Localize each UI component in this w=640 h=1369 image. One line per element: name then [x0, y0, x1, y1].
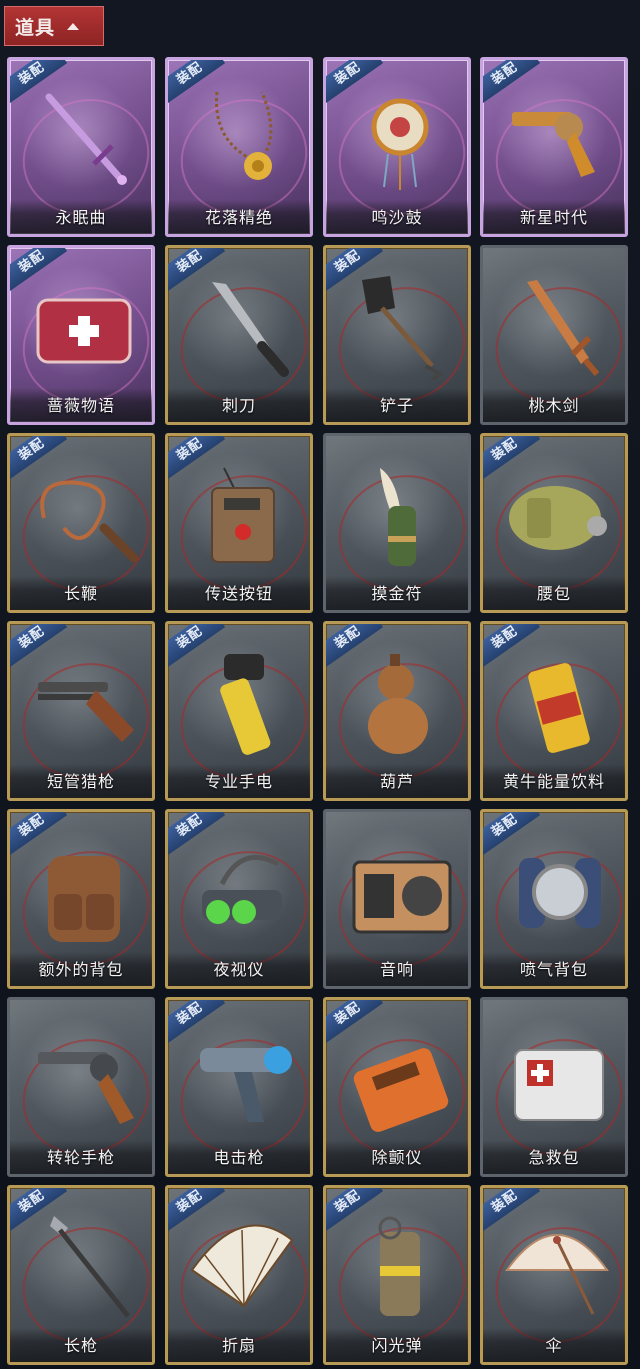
item-name: 蔷薇物语	[46, 396, 115, 415]
teleport-remote-icon	[211, 467, 275, 563]
item-card[interactable]: 装配 专业手电	[165, 621, 313, 801]
item-card[interactable]: 装配 永眠曲	[7, 57, 155, 237]
energy-drink-can-icon	[528, 663, 590, 753]
first-aid-kit-icon	[514, 1049, 604, 1121]
defibrillator-icon	[353, 1048, 449, 1132]
item-card[interactable]: 装配 新星时代	[480, 57, 628, 237]
item-card[interactable]: 音响	[323, 809, 471, 989]
item-name: 专业手电	[204, 772, 273, 791]
flower-necklace-icon	[215, 91, 273, 180]
item-card[interactable]: 装配 鸣沙鼓	[323, 57, 471, 237]
umbrella-icon	[505, 1234, 609, 1315]
waist-bag-icon	[509, 486, 607, 550]
item-name: 葫芦	[379, 772, 414, 791]
golden-revolver-icon	[512, 112, 595, 177]
jetpack-icon	[519, 858, 601, 928]
tooth-amulet-icon	[380, 468, 416, 566]
whip-icon	[40, 480, 139, 563]
item-card[interactable]: 装配 葫芦	[323, 621, 471, 801]
rose-medkit-icon	[36, 298, 132, 364]
night-vision-goggles-icon	[202, 854, 282, 924]
item-card[interactable]: 急救包	[480, 997, 628, 1177]
item-name: 铲子	[379, 396, 414, 415]
item-name: 喷气背包	[519, 960, 588, 979]
item-card[interactable]: 装配 花落精绝	[165, 57, 313, 237]
flashbang-icon	[378, 1216, 420, 1316]
item-card[interactable]: 转轮手枪	[7, 997, 155, 1177]
item-name: 夜视仪	[213, 960, 265, 979]
item-name: 桃木剑	[528, 396, 580, 415]
item-name: 花落精绝	[204, 208, 273, 227]
item-name: 摸金符	[371, 584, 423, 603]
item-name: 转轮手枪	[46, 1148, 115, 1167]
item-name: 腰包	[536, 584, 571, 603]
props-category-tab[interactable]: 道具	[4, 6, 104, 46]
item-card[interactable]: 装配 喷气背包	[480, 809, 628, 989]
item-card[interactable]: 装配 刺刀	[165, 245, 313, 425]
item-name: 折扇	[221, 1336, 256, 1355]
flashlight-icon	[220, 654, 271, 755]
ornate-drum-icon	[371, 98, 429, 190]
item-name: 刺刀	[221, 396, 256, 415]
gourd-icon	[368, 654, 428, 754]
item-name: 传送按钮	[204, 584, 273, 603]
item-card[interactable]: 装配 铲子	[323, 245, 471, 425]
spear-icon	[50, 1216, 130, 1318]
item-card[interactable]: 装配 腰包	[480, 433, 628, 613]
item-name: 额外的背包	[38, 960, 124, 979]
item-card[interactable]: 装配 黄牛能量饮料	[480, 621, 628, 801]
item-name: 闪光弹	[371, 1336, 423, 1355]
item-name: 短管猎枪	[46, 772, 115, 791]
shovel-icon	[362, 276, 444, 380]
backpack-icon	[48, 856, 120, 942]
item-name: 伞	[545, 1336, 563, 1355]
item-name: 长枪	[63, 1336, 98, 1355]
item-name: 音响	[379, 960, 414, 979]
sawed-off-shotgun-icon	[38, 682, 134, 742]
inventory-page: 道具 装配 永眠曲 装配 花落精绝 装配 鸣沙鼓 装配 新星时代装配 蔷薇物语 装配 刺刀 装配 铲子桃…	[0, 0, 640, 1369]
wooden-sword-icon	[527, 280, 600, 376]
item-card[interactable]: 装配 长鞭	[7, 433, 155, 613]
chevron-up-icon	[67, 23, 80, 30]
item-card[interactable]: 装配 长枪	[7, 1185, 155, 1365]
item-name: 鸣沙鼓	[371, 208, 423, 227]
item-name: 急救包	[528, 1148, 580, 1167]
item-card[interactable]: 装配 蔷薇物语	[7, 245, 155, 425]
item-name: 新星时代	[519, 208, 588, 227]
bayonet-icon	[212, 282, 289, 377]
item-card[interactable]: 装配伞	[480, 1185, 628, 1365]
item-card[interactable]: 装配 折扇	[165, 1185, 313, 1365]
revolver-icon	[38, 1052, 134, 1124]
item-card[interactable]: 装配 短管猎枪	[7, 621, 155, 801]
item-card[interactable]: 装配 传送按钮	[165, 433, 313, 613]
item-card[interactable]: 装配 除颤仪	[323, 997, 471, 1177]
item-card[interactable]: 装配 闪光弹	[323, 1185, 471, 1365]
folding-fan-icon	[190, 1224, 294, 1308]
item-name: 黄牛能量饮料	[502, 772, 605, 791]
item-card[interactable]: 装配 电击枪	[165, 997, 313, 1177]
item-card[interactable]: 装配 额外的背包	[7, 809, 155, 989]
item-name: 除颤仪	[371, 1148, 423, 1167]
item-name: 永眠曲	[55, 208, 107, 227]
item-card[interactable]: 摸金符	[323, 433, 471, 613]
shock-gun-icon	[200, 1046, 292, 1122]
props-tab-label: 道具	[15, 16, 56, 39]
item-card[interactable]: 装配 夜视仪	[165, 809, 313, 989]
item-name: 长鞭	[63, 584, 98, 603]
item-name: 电击枪	[213, 1148, 265, 1167]
item-card[interactable]: 桃木剑	[480, 245, 628, 425]
purple-sword-icon	[45, 93, 127, 185]
radio-speaker-icon	[352, 860, 452, 934]
